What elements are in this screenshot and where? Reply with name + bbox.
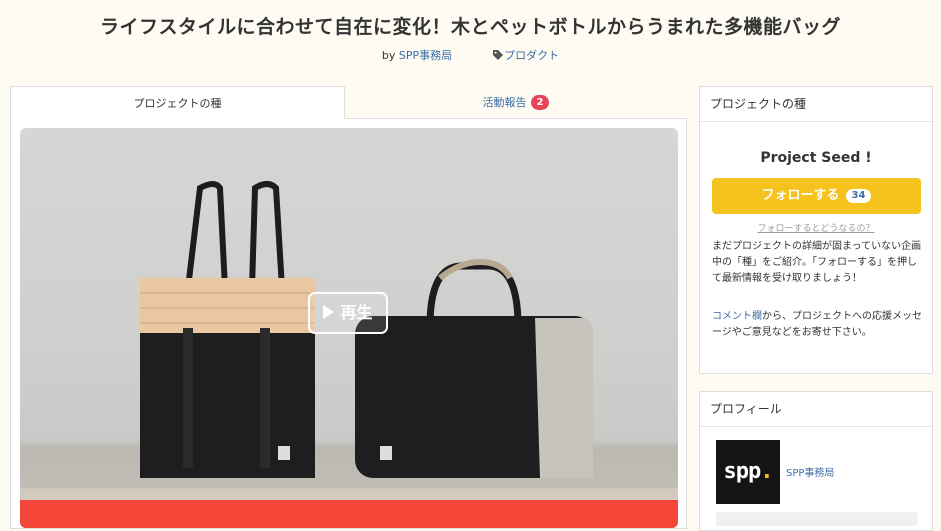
hero-video[interactable]: 再生 (20, 128, 678, 528)
page-title: ライフスタイルに合わせて自在に変化！木とペットボトルからうまれた多機能バッグ (99, 16, 841, 38)
seed-description: まだプロジェクトの詳細が固まっていない企画中の「種」をご紹介。「フォローする」を… (712, 241, 922, 284)
profile-detail-bar (716, 512, 918, 526)
comment-note: コメント欄から、プロジェクトへの応援メッセージやご意見などをお寄せ下さい。 (712, 309, 924, 341)
category-label: プロダクト (504, 49, 560, 62)
comment-link[interactable]: コメント欄 (712, 311, 762, 322)
tab-label: プロジェクトの種 (133, 97, 222, 110)
follow-label: フォローする (761, 188, 840, 203)
seed-title: Project Seed ! (760, 150, 872, 166)
logo-text: spp (723, 459, 762, 484)
project-seed-card: プロジェクトの種 Project Seed ! フォローする 34 フォローすると… (699, 86, 933, 374)
author-link[interactable]: SPP事務局 (399, 49, 452, 62)
project-tabs: プロジェクトの種 活動報告 2 (10, 86, 687, 119)
follow-button[interactable]: フォローする 34 (712, 178, 921, 214)
profile-name-link[interactable]: SPP事務局 (786, 464, 834, 479)
tab-activity-report[interactable]: 活動報告 2 (345, 86, 687, 119)
avatar[interactable]: spp. (716, 440, 780, 504)
hero-banner-strip (20, 500, 678, 528)
byline: by SPP事務局 プロダクト (0, 47, 941, 63)
activity-count-badge: 2 (530, 95, 550, 110)
category-link[interactable]: プロダクト (493, 49, 559, 62)
card-header: プロジェクトの種 (700, 87, 932, 122)
by-label: by (381, 49, 396, 62)
tab-project-seed[interactable]: プロジェクトの種 (10, 86, 345, 119)
tab-label: 活動報告 (482, 96, 527, 109)
profile-card: プロフィール spp. SPP事務局 (699, 391, 933, 531)
play-icon (323, 305, 335, 319)
card-header: プロフィール (700, 392, 932, 427)
play-label: 再生 (340, 303, 373, 322)
tag-icon (493, 50, 504, 60)
main-panel: 再生 (10, 119, 687, 529)
follow-help-link[interactable]: フォローするとどうなるの？ (700, 221, 932, 234)
play-button[interactable]: 再生 (308, 292, 388, 334)
follower-count: 34 (845, 189, 872, 203)
